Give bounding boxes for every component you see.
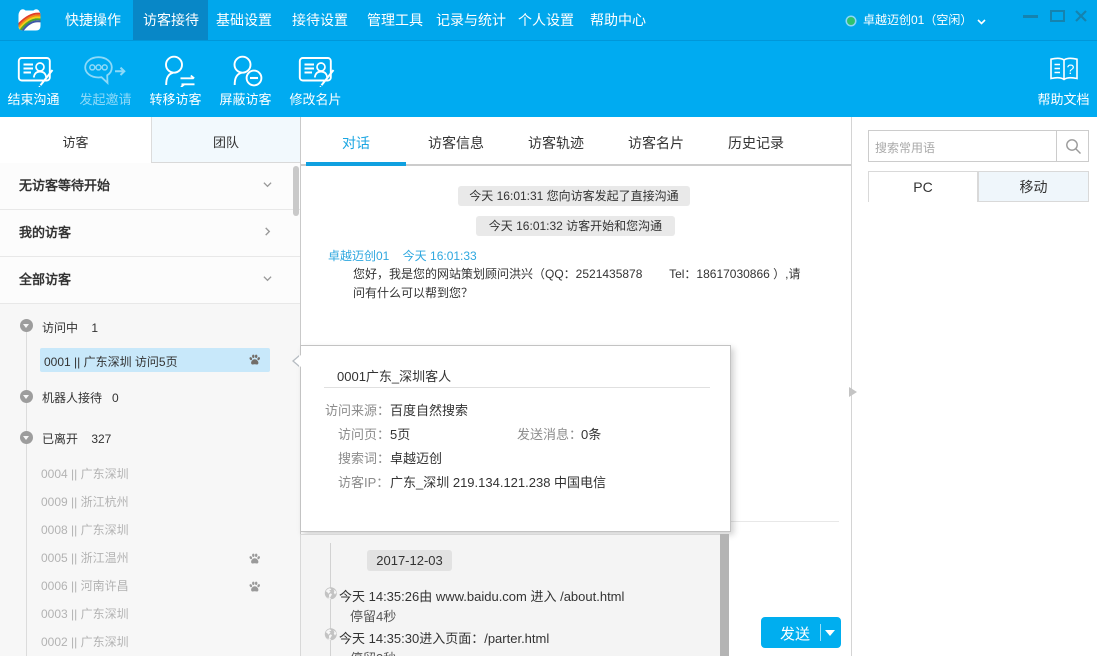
svg-text:?: ? (1067, 61, 1075, 77)
